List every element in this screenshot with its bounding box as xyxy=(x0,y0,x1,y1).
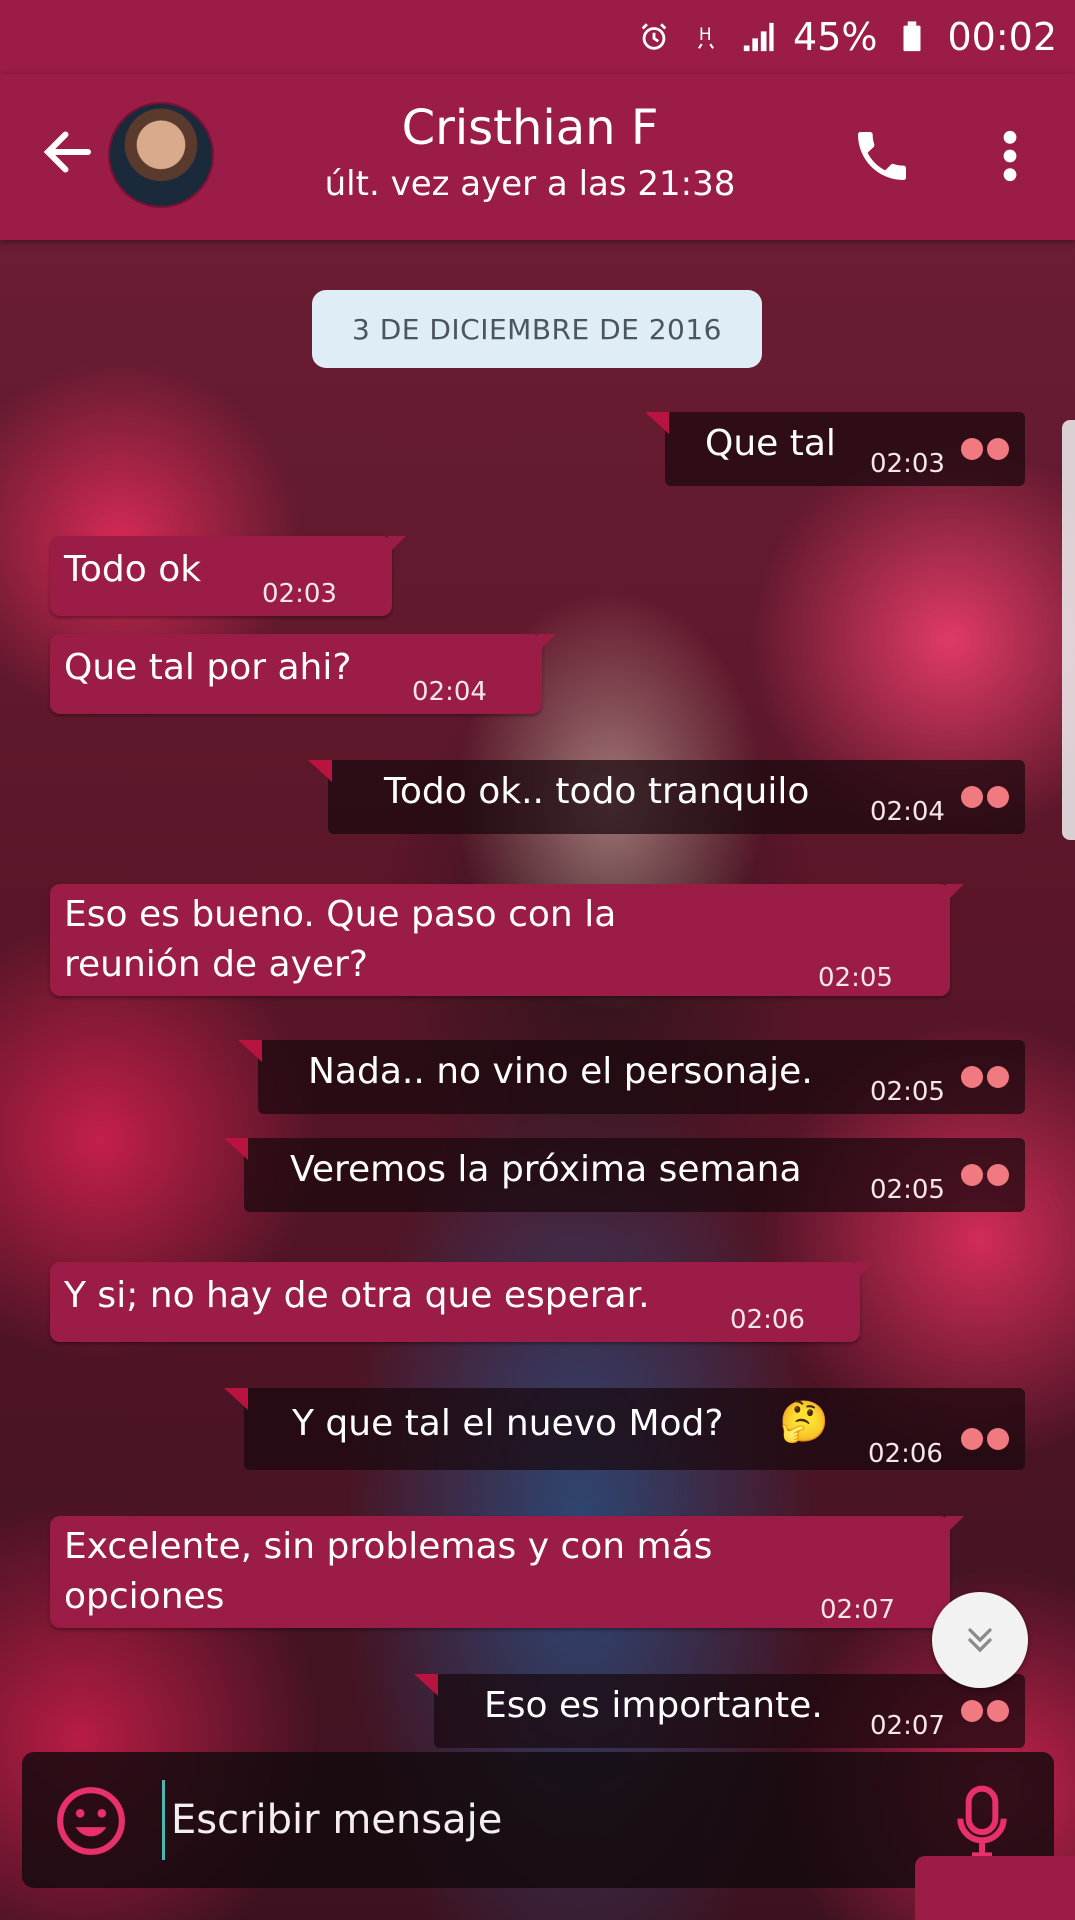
chat-header: Cristhian F últ. vez ayer a las 21:38 xyxy=(0,74,1075,240)
message-incoming[interactable]: Eso es bueno. Que paso con la reunión de… xyxy=(50,884,964,996)
emoji-icon[interactable] xyxy=(54,1784,128,1858)
status-time: 00:02 xyxy=(947,15,1057,59)
battery-percent: 45% xyxy=(793,15,878,59)
read-ticks-icon xyxy=(961,1164,1013,1188)
read-ticks-icon xyxy=(961,1700,1013,1724)
message-text: Que tal por ahi? xyxy=(64,647,352,688)
message-text: Todo ok.. todo tranquilo xyxy=(384,771,810,812)
bubble-tail xyxy=(224,1388,248,1410)
message-time: 02:04 xyxy=(412,677,487,707)
bubble-tail xyxy=(645,412,669,434)
message-text: Y que tal el nuevo Mod? xyxy=(292,1403,724,1444)
phone-icon[interactable] xyxy=(850,124,914,188)
message-outgoing[interactable]: Todo ok.. todo tranquilo 02:04 xyxy=(308,760,1025,834)
message-incoming[interactable]: Excelente, sin problemas y con más opcio… xyxy=(50,1516,964,1628)
message-outgoing[interactable]: Que tal 02:03 xyxy=(645,412,1025,486)
alarm-icon xyxy=(641,23,667,50)
bubble-tail xyxy=(946,884,964,902)
message-text: Todo ok xyxy=(64,549,202,590)
bubble-tail xyxy=(946,1516,964,1534)
status-bar: H 45% 00:02 xyxy=(0,0,1075,74)
message-time: 02:04 xyxy=(870,797,945,827)
read-ticks-icon xyxy=(961,786,1013,810)
scroll-to-bottom-button[interactable] xyxy=(932,1592,1028,1688)
battery-icon xyxy=(903,21,921,52)
message-text: Eso es importante. xyxy=(484,1685,823,1726)
message-time: 02:03 xyxy=(870,449,945,479)
signal-icon xyxy=(743,22,774,52)
bubble-tail xyxy=(414,1674,438,1696)
thinking-face-emoji: 🤔 xyxy=(779,1399,829,1445)
message-incoming[interactable]: Y si; no hay de otra que esperar. 02:06 xyxy=(50,1262,874,1342)
back-arrow-icon[interactable] xyxy=(38,122,98,182)
message-time: 02:07 xyxy=(870,1711,945,1741)
side-panel-handle[interactable] xyxy=(1062,420,1075,840)
message-time: 02:06 xyxy=(868,1439,943,1469)
message-composer xyxy=(22,1752,1054,1888)
message-incoming[interactable]: Que tal por ahi? 02:04 xyxy=(50,634,556,714)
message-time: 02:05 xyxy=(870,1077,945,1107)
message-text: Nada.. no vino el personaje. xyxy=(308,1051,813,1092)
bubble-tail xyxy=(538,634,556,652)
read-ticks-icon xyxy=(961,438,1013,462)
last-seen-status: últ. vez ayer a las 21:38 xyxy=(324,164,736,204)
bubble-tail xyxy=(224,1138,248,1160)
double-chevron-down-icon xyxy=(968,1628,992,1653)
message-outgoing[interactable]: Nada.. no vino el personaje. 02:05 xyxy=(238,1040,1025,1114)
message-outgoing[interactable]: Eso es importante. 02:07 xyxy=(414,1674,1025,1748)
message-time: 02:05 xyxy=(870,1175,945,1205)
message-time: 02:03 xyxy=(262,579,337,609)
bubble-tail xyxy=(238,1040,262,1062)
h-data-icon: H xyxy=(698,25,714,49)
message-input[interactable] xyxy=(162,1780,822,1860)
mic-icon[interactable] xyxy=(952,1782,1012,1862)
message-text: Excelente, sin problemas y con más opcio… xyxy=(64,1526,713,1617)
message-outgoing[interactable]: Veremos la próxima semana 02:05 xyxy=(224,1138,1025,1212)
message-incoming[interactable]: Todo ok 02:03 xyxy=(50,536,406,616)
message-text: Veremos la próxima semana xyxy=(290,1149,802,1190)
message-time: 02:07 xyxy=(820,1595,895,1625)
read-ticks-icon xyxy=(961,1066,1013,1090)
contact-name[interactable]: Cristhian F xyxy=(300,100,760,156)
date-separator: 3 DE DICIEMBRE DE 2016 xyxy=(312,290,762,368)
bubble-tail xyxy=(856,1262,874,1280)
message-text: Y si; no hay de otra que esperar. xyxy=(64,1275,650,1316)
message-time: 02:05 xyxy=(818,963,893,993)
message-text: Eso es bueno. Que paso con la reunión de… xyxy=(64,894,617,985)
bubble-tail xyxy=(388,536,406,554)
message-time: 02:06 xyxy=(730,1305,805,1335)
read-ticks-icon xyxy=(961,1428,1013,1452)
message-text: Que tal xyxy=(705,423,836,464)
floating-tab[interactable] xyxy=(915,1856,1075,1920)
avatar[interactable] xyxy=(108,102,214,208)
svg-text:H: H xyxy=(699,25,712,45)
bubble-tail xyxy=(308,760,332,782)
message-outgoing[interactable]: Y que tal el nuevo Mod? 🤔 02:06 xyxy=(224,1388,1025,1470)
more-vert-icon[interactable] xyxy=(990,124,1030,188)
